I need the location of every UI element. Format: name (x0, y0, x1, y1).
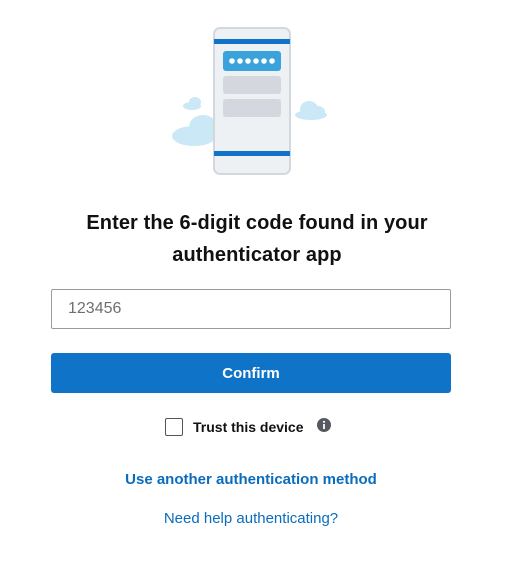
trust-device-row: Trust this device (165, 416, 332, 438)
trust-device-label: Trust this device (193, 419, 304, 435)
trust-device-checkbox[interactable] (165, 418, 183, 436)
cloud-icon (295, 101, 327, 120)
code-input[interactable] (51, 289, 451, 329)
page-title: Enter the 6-digit code found in your aut… (86, 212, 428, 266)
cloud-icon (172, 115, 217, 146)
phone-authenticator-illustration (170, 26, 332, 178)
use-another-method-link[interactable]: Use another authentication method (0, 471, 502, 488)
info-icon[interactable] (317, 418, 332, 432)
confirm-button[interactable]: Confirm (51, 353, 451, 393)
need-help-link[interactable]: Need help authenticating? (0, 510, 502, 527)
cloud-icon (183, 97, 201, 110)
